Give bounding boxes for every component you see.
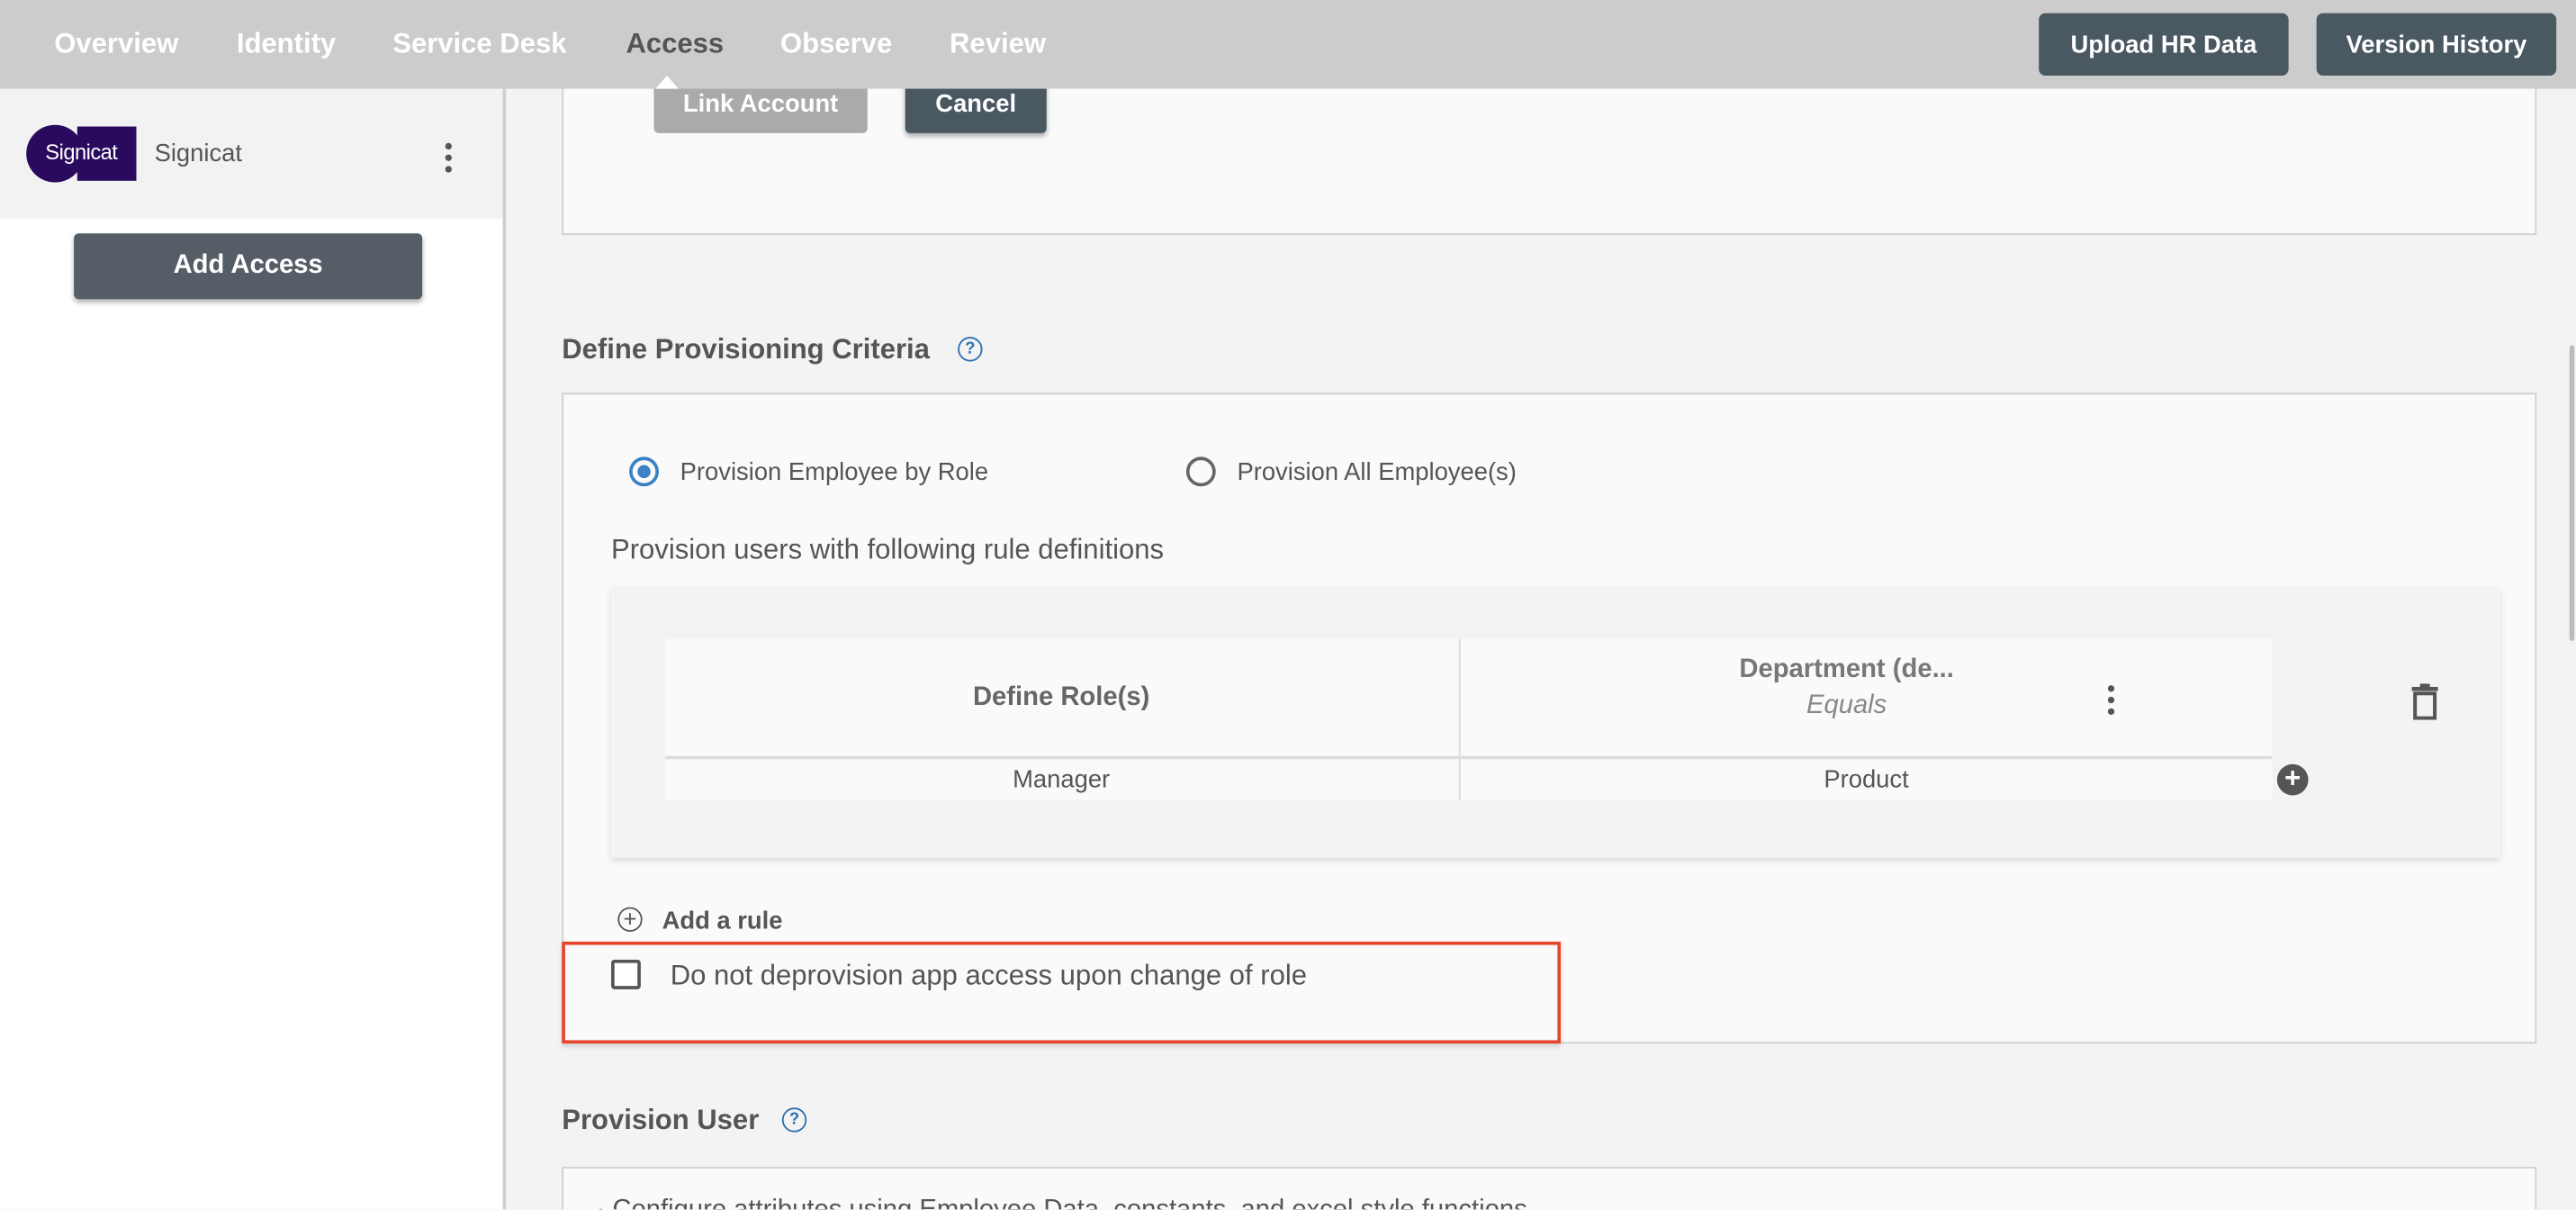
add-rule-icon[interactable]: + <box>617 908 643 932</box>
rules-heading: Provision users with following rule defi… <box>611 534 1165 565</box>
highlight-box: Do not deprovision app access upon chang… <box>562 941 1562 1044</box>
nav-access[interactable]: Access <box>626 28 724 61</box>
cell-department[interactable]: Product <box>1461 759 2273 800</box>
app-name: Signicat <box>154 140 243 168</box>
radio-provision-by-role[interactable] <box>629 456 659 487</box>
app-list-item[interactable]: Signicat Signicat <box>0 88 503 219</box>
column-header-roles: Define Role(s) <box>972 682 1150 711</box>
nav-observe[interactable]: Observe <box>780 28 892 61</box>
column-options-icon[interactable] <box>2107 685 2115 716</box>
provision-user-description: · Configure attributes using Employee Da… <box>597 1196 1527 1210</box>
nav-service-desk[interactable]: Service Desk <box>392 28 566 61</box>
radio-provision-all[interactable] <box>1185 456 1216 487</box>
upload-hr-data-button[interactable]: Upload HR Data <box>2039 13 2289 76</box>
add-rule-link[interactable]: Add a rule <box>662 908 783 935</box>
help-icon[interactable]: ? <box>781 1107 807 1133</box>
section-title-provision-user: Provision User <box>562 1104 760 1136</box>
help-icon[interactable]: ? <box>958 337 983 362</box>
nav-identity[interactable]: Identity <box>237 28 336 61</box>
nav-review[interactable]: Review <box>950 28 1046 61</box>
app-window: Overview Identity Service Desk Access Ob… <box>0 0 2576 1210</box>
add-column-icon[interactable]: + <box>2276 763 2309 796</box>
radio-label-all: Provision All Employee(s) <box>1237 458 1517 487</box>
add-access-button[interactable]: Add Access <box>74 233 423 300</box>
version-history-button[interactable]: Version History <box>2316 13 2557 76</box>
column-header-department: Department (de... Equals <box>1461 655 2233 721</box>
trash-icon[interactable] <box>2411 683 2438 720</box>
rule-table: Define Role(s) Department (de... Equals … <box>665 639 2273 800</box>
provision-user-card: · Configure attributes using Employee Da… <box>562 1166 2537 1210</box>
nav-overview[interactable]: Overview <box>54 28 178 61</box>
operator-label: Equals <box>1806 691 1887 720</box>
section-title-criteria: Define Provisioning Criteria <box>562 333 930 366</box>
scrollbar[interactable] <box>2569 345 2575 641</box>
rule-box: Define Role(s) Department (de... Equals … <box>611 586 2501 858</box>
signicat-logo: Signicat <box>26 124 137 183</box>
more-options-icon[interactable] <box>445 142 452 173</box>
active-tab-caret <box>655 75 679 89</box>
no-deprovision-checkbox[interactable] <box>611 959 641 989</box>
no-deprovision-label: Do not deprovision app access upon chang… <box>670 959 1307 991</box>
radio-label-by-role: Provision Employee by Role <box>680 458 989 487</box>
top-nav-bar: Overview Identity Service Desk Access Ob… <box>0 0 2576 89</box>
sidebar: Signicat Signicat Add Access <box>0 88 507 1210</box>
cell-role[interactable]: Manager <box>665 759 1457 800</box>
